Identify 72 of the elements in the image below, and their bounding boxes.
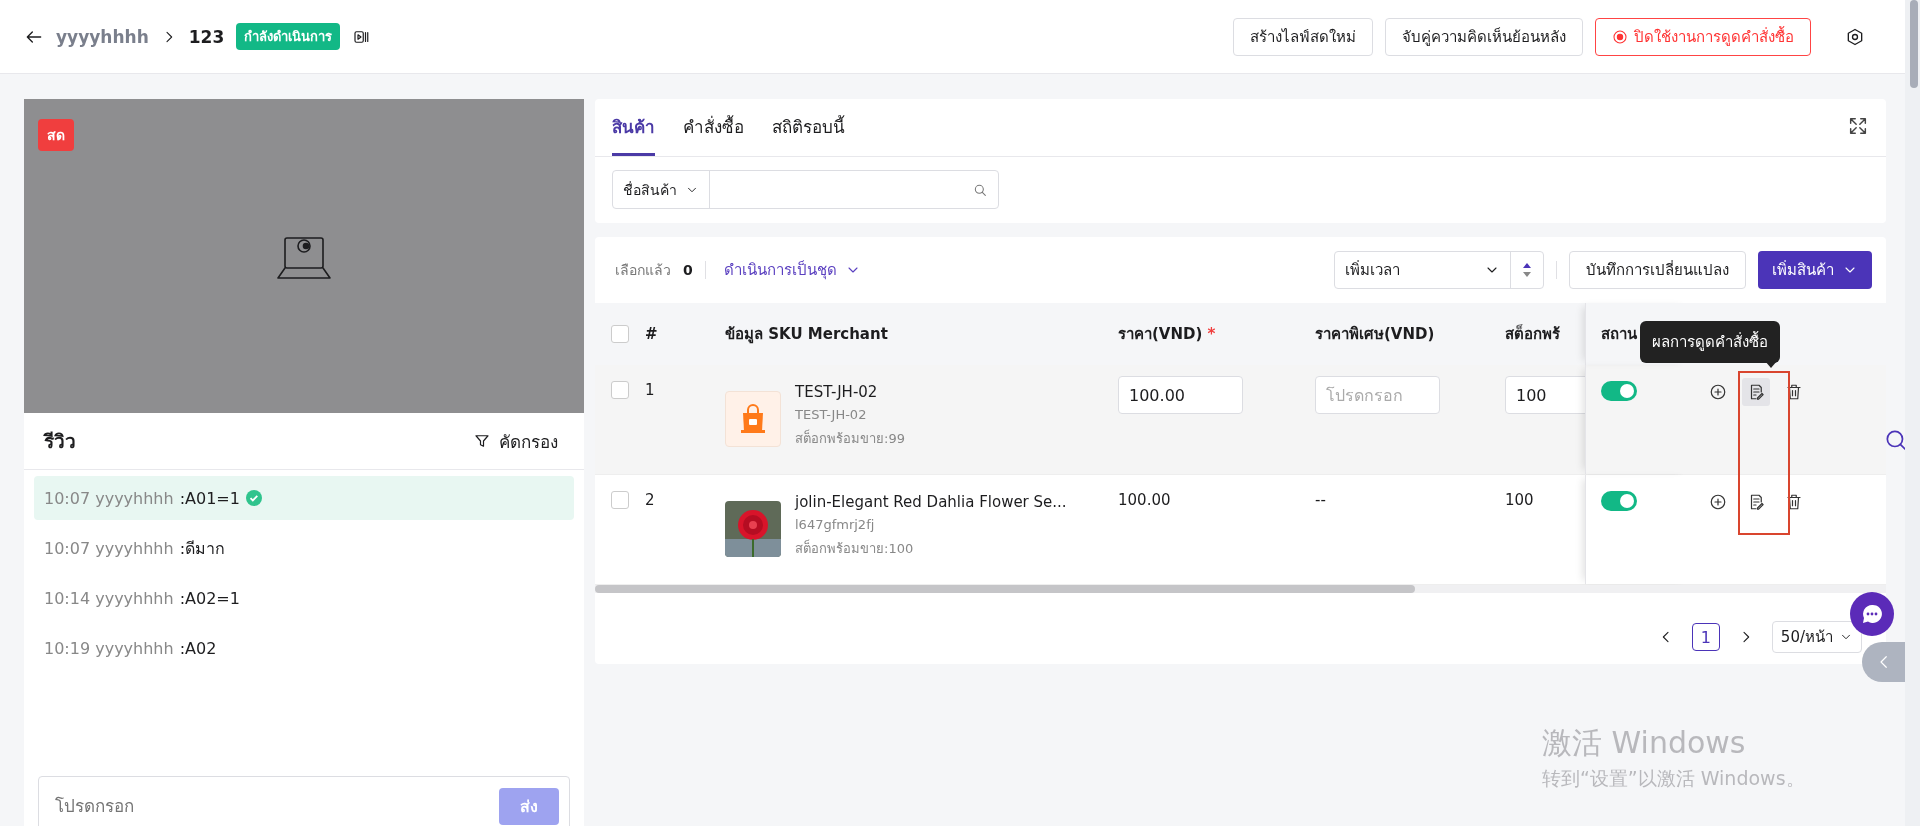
comment-text: :A02=1 (179, 588, 240, 608)
comment-meta: 10:07 yyyyhhhh (44, 538, 174, 558)
breadcrumb-link[interactable]: yyyyhhhh (56, 26, 149, 47)
column-header: ราคาพิเศษ(VND) (1315, 325, 1435, 343)
column-header: ราคา(VND) (1118, 325, 1203, 343)
add-product-button[interactable]: เพิ่มสินค้า (1758, 251, 1872, 289)
product-sku: TEST-JH-02 (795, 407, 868, 422)
settings-icon (1845, 26, 1865, 47)
product-name: jolin-Elegant Red Dahlia Flower Se... (795, 493, 1067, 511)
batch-action-dropdown[interactable]: ดำเนินการเป็นชุด (717, 257, 867, 283)
column-header: สถาน (1601, 324, 1637, 345)
record-icon (1612, 28, 1628, 45)
table-cell-text: 100.00 (1118, 490, 1172, 509)
bag-icon (725, 391, 781, 447)
action-button[interactable]: จับคู่ความคิดเห็นย้อนหลัง (1385, 17, 1583, 56)
required-mark: * (1207, 325, 1216, 343)
row-checkbox[interactable] (611, 491, 629, 509)
comment-meta: 10:19 yyyyhhhh (44, 638, 174, 658)
edit-note-icon[interactable] (1742, 378, 1770, 406)
comment-meta: 10:07 yyyyhhhh (44, 488, 174, 508)
stop-order-capture-button[interactable]: ปิดใช้งานการดูดคำสั่งซื้อ (1595, 17, 1811, 56)
tab[interactable]: คำสั่งซื้อ (683, 99, 744, 156)
product-name: TEST-JH-02 (795, 383, 879, 401)
comment-text: :A02 (179, 638, 217, 658)
status-badge: กำลังดำเนินการ (236, 23, 341, 50)
table-cell-text: 2 (645, 490, 656, 509)
selected-label: เลือกแล้ว (615, 261, 671, 280)
page-button[interactable]: 1 (1691, 623, 1720, 651)
sort-order-icon[interactable] (1522, 262, 1532, 278)
comment-item[interactable]: 10:14 yyyyhhhh :A02=1 (34, 576, 574, 620)
status-toggle[interactable] (1601, 491, 1637, 511)
tooltip-arrow-icon (1765, 361, 1777, 368)
comment-text: :A01=1 (179, 488, 240, 508)
table-cell-text: 1 (645, 380, 656, 399)
search-field[interactable]: ชื่อสินค้า (612, 170, 999, 209)
activation-note: 转到“设置”以激活 Windows。 (1542, 766, 1805, 791)
comment-text: :ดีมาก (179, 537, 226, 560)
tab[interactable]: สถิติรอบนี้ (772, 99, 845, 156)
special-price-input[interactable]: โปรดกรอก (1315, 376, 1440, 414)
filter-icon (473, 432, 491, 450)
selected-count: 0 (683, 262, 693, 278)
stock-note: สต็อกพร้อมขาย:99 (795, 428, 905, 448)
tab[interactable]: สินค้า (612, 99, 655, 156)
comment-item[interactable]: 10:07 yyyyhhhh :ดีมาก (34, 526, 574, 570)
column-header: ข้อมูล SKU Merchant (725, 325, 888, 343)
product-sku: l647gfmrj2fj (795, 517, 876, 532)
session-title: 123 (188, 26, 225, 47)
action-button[interactable]: สร้างไลฟ์สดใหม่ (1233, 17, 1373, 56)
comment-meta: 10:14 yyyyhhhh (44, 588, 174, 608)
select-all-checkbox[interactable] (611, 325, 629, 343)
table-cell-text: 100 (1505, 490, 1535, 509)
fullscreen-icon (1847, 115, 1869, 137)
column-header: สต็อกพร้ (1505, 325, 1560, 343)
search-category[interactable]: ชื่อสินค้า (623, 178, 677, 201)
status-toggle[interactable] (1601, 381, 1637, 401)
stock-input[interactable]: 100 (1505, 376, 1585, 414)
stock-note: สต็อกพร้อมขาย:100 (795, 538, 915, 558)
tooltip: ผลการดูดคำสั่งซื้อ (1640, 321, 1780, 363)
vertical-scrollbar[interactable] (1905, 0, 1920, 826)
reviews-title: รีวิว (44, 429, 76, 454)
comment-item[interactable]: 10:07 yyyyhhhh :A01=1 (34, 476, 574, 520)
comment-item[interactable]: 10:19 yyyyhhhh :A02 (34, 626, 574, 670)
horizontal-scrollbar[interactable] (595, 585, 1886, 593)
activation-title: 激活 Windows (1542, 724, 1747, 762)
price-input[interactable]: 100.00 (1118, 376, 1243, 414)
chat-icon (1860, 602, 1884, 626)
row-checkbox[interactable] (611, 381, 629, 399)
live-badge: สด (38, 119, 74, 151)
save-changes-button[interactable]: บันทึกการเปลี่ยนแปลง (1569, 251, 1746, 289)
column-header: # (645, 325, 658, 343)
table-cell-text: -- (1315, 490, 1327, 509)
filter-button[interactable]: คัดกรอง (467, 426, 564, 456)
